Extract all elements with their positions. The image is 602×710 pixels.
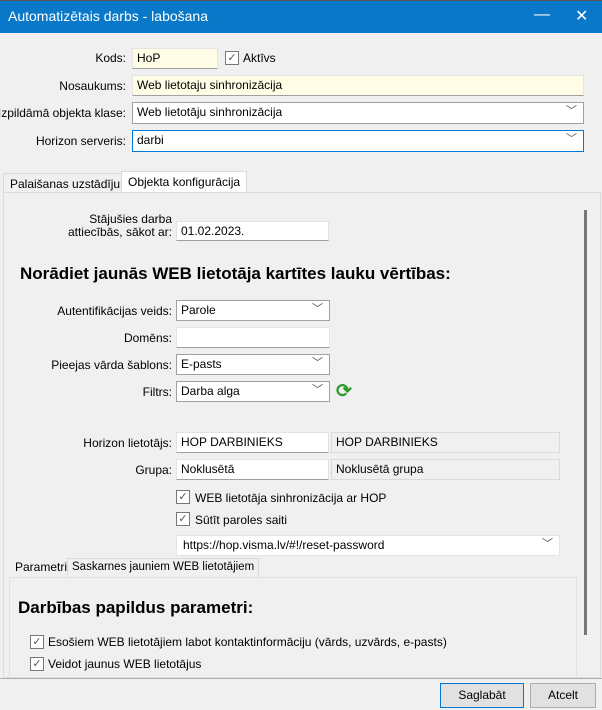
chevron-down-icon: ﹀ — [312, 357, 323, 369]
grupa-input[interactable]: Noklusētā — [176, 459, 329, 480]
auth-label: Autentifikācijas veids: — [57, 304, 172, 318]
auth-value: Parole — [181, 303, 216, 317]
chevron-down-icon: ﹀ — [566, 105, 577, 117]
domens-input[interactable] — [176, 327, 330, 348]
tab-objekta-konfiguracija[interactable]: Objekta konfigurācija — [121, 171, 248, 193]
send-link-checkbox[interactable]: ✓ — [176, 512, 190, 526]
auth-select[interactable]: Parole ﹀ — [176, 300, 330, 321]
nosaukums-input[interactable]: Web lietotaju sinhronizācija — [132, 75, 584, 96]
sync-checkbox[interactable]: ✓ — [176, 490, 190, 504]
serveris-label: Horizon serveris: — [35, 134, 126, 148]
title-bar: Automatizētais darbs - labošana — ✕ — [0, 0, 602, 33]
opt1-checkbox[interactable]: ✓ — [30, 635, 44, 649]
subtab-parametri[interactable]: Parametri — [8, 556, 75, 577]
subtab-saskarnes[interactable]: Saskarnes jauniem WEB lietotājiem — [67, 558, 260, 577]
serveris-value: darbi — [137, 133, 164, 147]
kods-label: Kods: — [95, 51, 126, 65]
lietotajs-name: HOP DARBINIEKS — [331, 432, 560, 453]
opt2-label: Veidot jaunus WEB lietotājus — [48, 657, 202, 671]
lietotajs-label: Horizon lietotājs: — [83, 436, 172, 450]
chevron-down-icon: ﹀ — [566, 133, 577, 145]
filtrs-value: Darba alga — [181, 384, 240, 398]
klase-label: Izpildāmā objekta klase: — [0, 106, 126, 120]
serveris-select[interactable]: darbi ﹀ — [132, 130, 584, 152]
minimize-button[interactable]: — — [534, 6, 550, 24]
opt1-label: Esošiem WEB lietotājiem labot kontaktinf… — [48, 635, 447, 649]
stajusies-label-line2: attiecībās, sākot ar: — [67, 225, 172, 239]
sync-label: WEB lietotāja sinhronizācija ar HOP — [195, 491, 387, 505]
save-button[interactable]: Saglabāt — [440, 683, 524, 708]
chevron-down-icon: ﹀ — [312, 303, 323, 315]
sablons-value: E-pasts — [181, 357, 222, 371]
params-heading: Darbības papildus parametri: — [18, 598, 254, 617]
grupa-name: Noklusētā grupa — [331, 459, 560, 480]
nosaukums-label: Nosaukums: — [59, 79, 126, 93]
kods-input[interactable]: HoP — [132, 48, 218, 69]
filtrs-label: Filtrs: — [142, 385, 172, 399]
url-select[interactable]: https://hop.visma.lv/#!/reset-password ﹀ — [176, 535, 560, 556]
grupa-label: Grupa: — [135, 463, 172, 477]
aktivs-checkbox[interactable]: ✓ — [225, 51, 239, 65]
sablons-label: Pieejas vārda šablons: — [51, 358, 172, 372]
send-link-label: Sūtīt paroles saiti — [195, 513, 288, 527]
config-heading: Norādiet jaunās WEB lietotāja kartītes l… — [20, 264, 451, 283]
klase-value: Web lietotāju sinhronizācija — [137, 105, 283, 119]
stajusies-input[interactable]: 01.02.2023. — [176, 221, 329, 241]
klase-select[interactable]: Web lietotāju sinhronizācija ﹀ — [132, 102, 584, 124]
opt2-checkbox[interactable]: ✓ — [30, 657, 44, 671]
stajusies-label: Stājušies darba attiecībās, sākot ar: — [68, 213, 172, 239]
aktivs-label: Aktīvs — [243, 51, 276, 65]
refresh-icon[interactable]: ⟳ — [336, 380, 352, 403]
chevron-down-icon: ﹀ — [542, 538, 553, 550]
filtrs-select[interactable]: Darba alga ﹀ — [176, 381, 330, 402]
lietotajs-input[interactable]: HOP DARBINIEKS — [176, 432, 329, 453]
close-button[interactable]: ✕ — [575, 6, 588, 26]
domens-label: Domēns: — [123, 331, 172, 345]
url-value: https://hop.visma.lv/#!/reset-password — [183, 538, 385, 552]
scrollbar-thumb[interactable] — [584, 210, 587, 635]
tab-palaisanas[interactable]: Palaišanas uzstādījumi — [3, 173, 140, 193]
cancel-button[interactable]: Atcelt — [530, 683, 596, 708]
window-title: Automatizētais darbs - labošana — [8, 8, 208, 24]
footer-divider — [0, 678, 602, 679]
sablons-select[interactable]: E-pasts ﹀ — [176, 354, 330, 375]
chevron-down-icon: ﹀ — [312, 384, 323, 396]
